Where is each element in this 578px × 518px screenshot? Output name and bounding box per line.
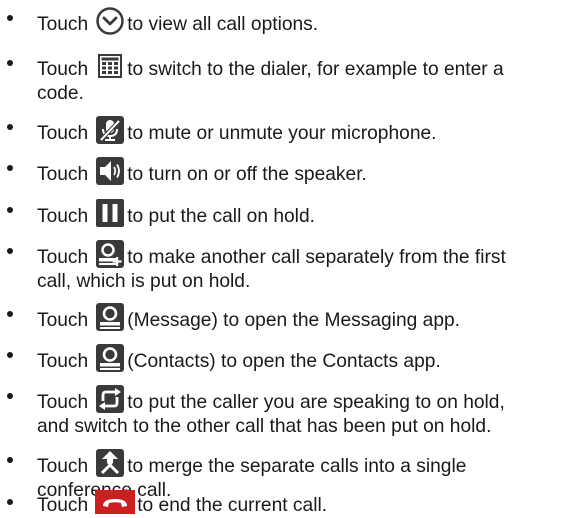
item-text: Touch to end the current call. (37, 490, 577, 518)
item-prefix: Touch (37, 206, 89, 227)
item-rest: to view all call options. (127, 14, 319, 35)
item-prefix: Touch (37, 59, 89, 80)
end-call-icon (95, 490, 136, 514)
item-text: Touch (Contacts) to open the Contacts ap… (37, 343, 577, 374)
add-call-icon (95, 239, 125, 269)
item-rest: (Message) to open the Messaging app. (127, 310, 460, 331)
contact-icon (95, 302, 125, 332)
mute-microphone-icon (95, 115, 125, 145)
bullet (7, 248, 13, 254)
item-prefix: Touch (37, 310, 89, 331)
bullet (7, 457, 13, 463)
bullet (7, 311, 13, 317)
bullet (7, 124, 13, 130)
item-rest: to merge the separate calls into a singl… (127, 456, 467, 477)
item-rest: to switch to the dialer, for example to … (127, 59, 504, 80)
item-text: Touch to switch to the dialer, for examp… (37, 51, 577, 106)
item-rest: to turn on or off the speaker. (127, 164, 367, 185)
item-rest: to mute or unmute your microphone. (127, 123, 437, 144)
item-text: Touch to put the call on hold. (37, 198, 577, 229)
item-text: Touch to turn on or off the speaker. (37, 156, 577, 187)
item-continuation: and switch to the other call that has be… (37, 416, 492, 437)
item-prefix: Touch (37, 14, 89, 35)
bullet (7, 165, 13, 171)
swap-call-icon (95, 384, 125, 414)
item-prefix: Touch (37, 123, 89, 144)
instruction-list: Touch to view all call options. Touch to… (0, 0, 578, 516)
item-rest: to put the caller you are speaking to on… (127, 392, 505, 413)
dialpad-icon (95, 51, 125, 81)
pause-icon (95, 198, 125, 228)
item-prefix: Touch (37, 164, 89, 185)
item-rest: to put the call on hold. (127, 206, 315, 227)
bullet (7, 60, 13, 66)
item-rest: (Contacts) to open the Contacts app. (127, 351, 441, 372)
item-text: Touch to make another call separately fr… (37, 239, 577, 294)
item-rest: to make another call separately from the… (127, 247, 506, 268)
item-prefix: Touch (37, 351, 89, 372)
bullet (7, 393, 13, 399)
item-prefix: Touch (37, 456, 89, 477)
item-prefix: Touch (37, 247, 89, 268)
item-prefix: Touch (37, 392, 89, 413)
item-text: Touch (Message) to open the Messaging ap… (37, 302, 577, 333)
contact-icon (95, 343, 125, 373)
item-text: Touch to view all call options. (37, 6, 577, 37)
item-rest: to end the current call. (137, 495, 328, 516)
chevron-down-circle-icon (95, 6, 125, 36)
merge-calls-icon (95, 448, 125, 478)
bullet (7, 352, 13, 358)
item-continuation: code. (37, 83, 84, 104)
item-text: Touch to put the caller you are speaking… (37, 384, 577, 439)
item-continuation: call, which is put on hold. (37, 271, 251, 292)
speaker-icon (95, 156, 125, 186)
bullet (7, 499, 13, 505)
bullet (7, 207, 13, 213)
bullet (7, 15, 13, 21)
item-prefix: Touch (37, 495, 89, 516)
item-text: Touch to mute or unmute your microphone. (37, 115, 577, 146)
